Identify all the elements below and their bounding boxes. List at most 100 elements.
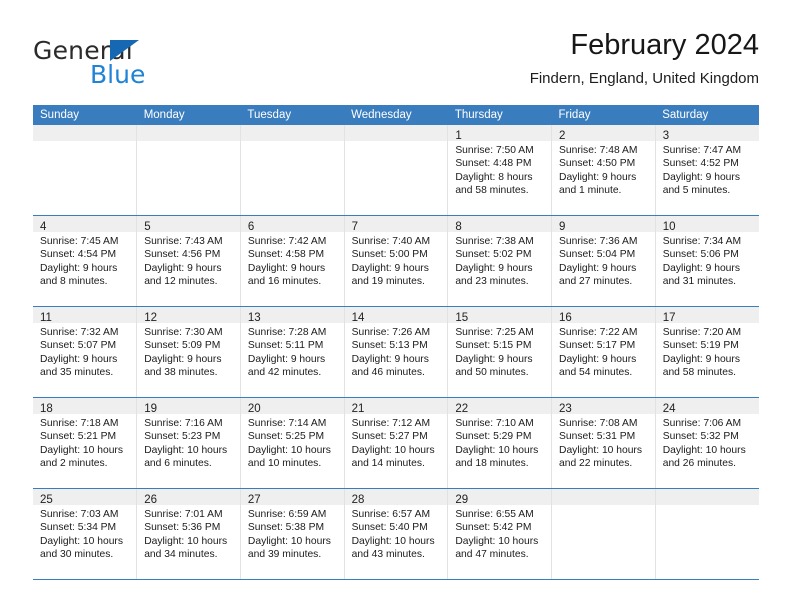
sunrise-line: Sunrise: 7:30 AM xyxy=(144,327,223,338)
general-blue-logo: General Blue xyxy=(33,36,233,94)
calendar-day-cell[interactable]: 25 Sunrise: 7:03 AM Sunset: 5:34 PM Dayligh… xyxy=(33,488,138,580)
sunrise-line: Sunrise: 7:22 AM xyxy=(559,327,638,338)
sunset-line: Sunset: 5:00 PM xyxy=(351,249,428,261)
calendar-day-cell[interactable]: 20 Sunrise: 7:14 AM Sunset: 5:25 PM Dayligh… xyxy=(240,397,345,489)
day-number: 20 xyxy=(247,403,261,415)
calendar-day-cell[interactable]: 5 Sunrise: 7:43 AM Sunset: 4:56 PM Daylight… xyxy=(136,215,241,307)
calendar-day-cell[interactable]: 27 Sunrise: 6:59 AM Sunset: 5:38 PM Dayligh… xyxy=(240,488,345,580)
calendar-day-cell[interactable]: 29 Sunrise: 6:55 AM Sunset: 5:42 PM Dayligh… xyxy=(447,488,553,580)
day-detail-text: Sunrise: 7:06 AM Sunset: 5:32 PM Daylight:… xyxy=(656,414,759,471)
calendar-cell-empty xyxy=(240,125,345,216)
calendar-day-cell[interactable]: 17 Sunrise: 7:20 AM Sunset: 5:19 PM Dayligh… xyxy=(655,306,759,398)
day-detail-text: Sunrise: 7:38 AM Sunset: 5:02 PM Daylight:… xyxy=(448,232,550,289)
calendar-body: 1 Sunrise: 7:50 AM Sunset: 4:48 PM Daylight… xyxy=(33,125,759,580)
daylight-line-1: Daylight: 10 hours xyxy=(40,535,123,547)
day-detail-text: Sunrise: 6:55 AM Sunset: 5:42 PM Daylight:… xyxy=(448,505,550,562)
sunset-line: Sunset: 5:29 PM xyxy=(455,431,532,443)
sunrise-line: Sunrise: 7:38 AM xyxy=(455,236,534,247)
sunrise-line: Sunrise: 7:34 AM xyxy=(662,236,742,247)
calendar-cell-empty xyxy=(655,488,759,580)
calendar-day-cell[interactable]: 6 Sunrise: 7:42 AM Sunset: 4:58 PM Daylight… xyxy=(240,215,345,307)
day-number: 13 xyxy=(247,312,261,324)
daylight-line-2: and 31 minutes. xyxy=(662,276,736,288)
daylight-line-2: and 50 minutes. xyxy=(455,367,529,379)
daylight-line-2: and 58 minutes. xyxy=(662,367,736,379)
day-detail-text: Sunrise: 7:18 AM Sunset: 5:21 PM Daylight:… xyxy=(33,414,136,471)
calendar-day-cell[interactable]: 2 Sunrise: 7:48 AM Sunset: 4:50 PM Daylight… xyxy=(551,125,656,216)
sunrise-line: Sunrise: 7:18 AM xyxy=(40,418,119,429)
calendar-day-cell[interactable]: 9 Sunrise: 7:36 AM Sunset: 5:04 PM Daylight… xyxy=(551,215,656,307)
calendar-day-cell[interactable]: 16 Sunrise: 7:22 AM Sunset: 5:17 PM Dayligh… xyxy=(551,306,656,398)
sunrise-line: Sunrise: 7:47 AM xyxy=(662,145,742,156)
day-number-band: 13 xyxy=(240,307,344,324)
calendar-day-cell[interactable]: 1 Sunrise: 7:50 AM Sunset: 4:48 PM Daylight… xyxy=(447,125,553,216)
page-title: February 2024 xyxy=(570,29,759,61)
sunset-line: Sunset: 5:11 PM xyxy=(247,340,324,352)
day-number-band: 2 xyxy=(552,125,655,142)
day-number-band: 9 xyxy=(552,216,655,233)
day-number-band: 22 xyxy=(448,398,551,415)
sunset-line: Sunset: 5:17 PM xyxy=(559,340,636,352)
weekday-header-monday: Monday xyxy=(143,109,185,121)
sunset-line: Sunset: 5:02 PM xyxy=(455,249,532,261)
calendar-day-cell[interactable]: 19 Sunrise: 7:16 AM Sunset: 5:23 PM Dayligh… xyxy=(136,397,241,489)
sunrise-line: Sunrise: 7:25 AM xyxy=(455,327,534,338)
daylight-line-1: Daylight: 9 hours xyxy=(559,171,637,183)
calendar-day-cell[interactable]: 18 Sunrise: 7:18 AM Sunset: 5:21 PM Dayligh… xyxy=(33,397,138,489)
day-number-band: 19 xyxy=(137,398,240,415)
daylight-line-2: and 43 minutes. xyxy=(351,549,425,561)
calendar-day-cell[interactable]: 11 Sunrise: 7:32 AM Sunset: 5:07 PM Dayligh… xyxy=(33,306,138,398)
day-number: 24 xyxy=(662,403,676,415)
day-number: 6 xyxy=(247,221,255,233)
day-detail-text: Sunrise: 7:12 AM Sunset: 5:27 PM Daylight:… xyxy=(345,414,447,471)
weekday-header-wednesday: Wednesday xyxy=(351,109,412,121)
daylight-line-1: Daylight: 9 hours xyxy=(144,353,222,365)
daylight-line-1: Daylight: 9 hours xyxy=(455,353,533,365)
calendar-day-cell[interactable]: 3 Sunrise: 7:47 AM Sunset: 4:52 PM Daylight… xyxy=(655,125,759,216)
calendar-cell-empty xyxy=(136,125,241,216)
daylight-line-1: Daylight: 9 hours xyxy=(247,353,326,365)
calendar-day-cell[interactable]: 7 Sunrise: 7:40 AM Sunset: 5:00 PM Daylight… xyxy=(344,215,449,307)
day-detail-text: Sunrise: 6:57 AM Sunset: 5:40 PM Daylight:… xyxy=(345,505,447,562)
page-subtitle: Findern, England, United Kingdom xyxy=(529,70,759,87)
daylight-line-2: and 38 minutes. xyxy=(144,367,218,379)
calendar-day-cell[interactable]: 8 Sunrise: 7:38 AM Sunset: 5:02 PM Daylight… xyxy=(447,215,553,307)
daylight-line-2: and 22 minutes. xyxy=(559,458,633,470)
daylight-line-2: and 30 minutes. xyxy=(40,549,114,561)
calendar-day-cell[interactable]: 4 Sunrise: 7:45 AM Sunset: 4:54 PM Daylight… xyxy=(33,215,138,307)
sunrise-line: Sunrise: 7:20 AM xyxy=(662,327,742,338)
calendar-day-cell[interactable]: 10 Sunrise: 7:34 AM Sunset: 5:06 PM Dayligh… xyxy=(655,215,759,307)
sunset-line: Sunset: 5:13 PM xyxy=(351,340,428,352)
day-number: 25 xyxy=(40,494,53,506)
sunset-line: Sunset: 5:27 PM xyxy=(351,431,428,443)
sunset-line: Sunset: 5:32 PM xyxy=(662,431,739,443)
day-number-band: 25 xyxy=(33,489,136,506)
calendar-day-cell[interactable]: 15 Sunrise: 7:25 AM Sunset: 5:15 PM Dayligh… xyxy=(447,306,553,398)
calendar-day-cell[interactable]: 28 Sunrise: 6:57 AM Sunset: 5:40 PM Dayligh… xyxy=(344,488,449,580)
day-number-band xyxy=(655,489,759,505)
day-number: 5 xyxy=(144,221,151,233)
daylight-line-2: and 27 minutes. xyxy=(559,276,633,288)
calendar-day-cell[interactable]: 24 Sunrise: 7:06 AM Sunset: 5:32 PM Dayligh… xyxy=(655,397,759,489)
calendar-day-cell[interactable]: 13 Sunrise: 7:28 AM Sunset: 5:11 PM Dayligh… xyxy=(240,306,345,398)
calendar-day-cell[interactable]: 14 Sunrise: 7:26 AM Sunset: 5:13 PM Dayligh… xyxy=(344,306,449,398)
calendar-day-cell[interactable]: 23 Sunrise: 7:08 AM Sunset: 5:31 PM Dayligh… xyxy=(551,397,656,489)
calendar-day-cell[interactable]: 21 Sunrise: 7:12 AM Sunset: 5:27 PM Dayligh… xyxy=(344,397,449,489)
sunrise-line: Sunrise: 7:16 AM xyxy=(144,418,223,429)
calendar-week-row: 25 Sunrise: 7:03 AM Sunset: 5:34 PM Dayligh… xyxy=(33,488,759,580)
day-detail-text: Sunrise: 7:43 AM Sunset: 4:56 PM Daylight:… xyxy=(137,232,239,289)
day-number-band: 27 xyxy=(240,489,344,506)
day-number-band xyxy=(344,125,447,141)
day-number: 8 xyxy=(455,221,462,233)
calendar-day-cell[interactable]: 12 Sunrise: 7:30 AM Sunset: 5:09 PM Dayligh… xyxy=(136,306,241,398)
calendar-day-cell[interactable]: 22 Sunrise: 7:10 AM Sunset: 5:29 PM Dayligh… xyxy=(447,397,553,489)
day-number: 18 xyxy=(40,403,53,415)
day-number-band: 28 xyxy=(344,489,447,506)
sunrise-line: Sunrise: 7:01 AM xyxy=(144,509,223,520)
daylight-line-2: and 10 minutes. xyxy=(247,458,322,470)
day-detail-text: Sunrise: 7:50 AM Sunset: 4:48 PM Daylight:… xyxy=(448,141,550,198)
calendar-day-cell[interactable]: 26 Sunrise: 7:01 AM Sunset: 5:36 PM Dayligh… xyxy=(136,488,241,580)
daylight-line-2: and 34 minutes. xyxy=(144,549,218,561)
day-number-band: 21 xyxy=(344,398,447,415)
day-number: 2 xyxy=(559,130,566,142)
